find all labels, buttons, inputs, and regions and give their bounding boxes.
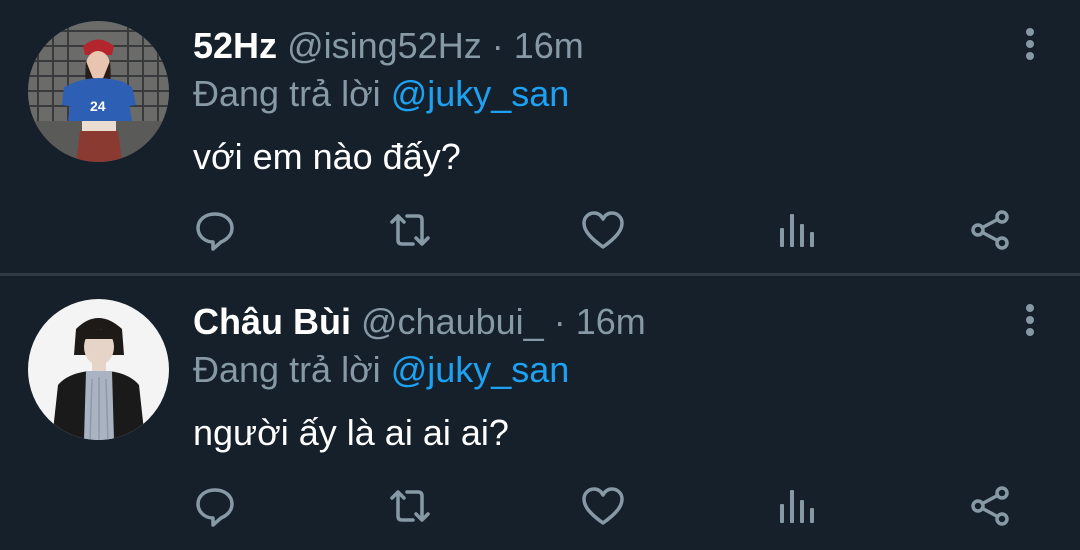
tweet-header: 52Hz @ising52Hz · 16m bbox=[193, 24, 584, 68]
avatar[interactable] bbox=[28, 299, 169, 440]
reply-context: Đang trả lời @juky_san bbox=[193, 348, 569, 392]
svg-text:24: 24 bbox=[90, 98, 106, 114]
retweet-button[interactable] bbox=[386, 482, 434, 530]
avatar-photo: 24 bbox=[28, 21, 169, 162]
user-handle[interactable]: @chaubui_ bbox=[361, 301, 544, 342]
more-options-icon[interactable] bbox=[1024, 304, 1036, 340]
reply-icon bbox=[196, 488, 234, 527]
reply-prefix: Đang trả lời bbox=[193, 349, 381, 390]
display-name[interactable]: 52Hz bbox=[193, 25, 277, 66]
tweet-text: với em nào đấy? bbox=[193, 136, 461, 177]
display-name[interactable]: Châu Bùi bbox=[193, 301, 351, 342]
analytics-button[interactable] bbox=[773, 482, 821, 530]
tweet-text: người ấy là ai ai ai? bbox=[193, 412, 509, 453]
retweet-icon bbox=[390, 214, 430, 246]
separator-dot: · bbox=[491, 25, 504, 66]
reply-icon bbox=[196, 212, 234, 251]
reply-context: Đang trả lời @juky_san bbox=[193, 72, 569, 116]
more-options-icon[interactable] bbox=[1024, 28, 1036, 64]
share-icon bbox=[971, 486, 1009, 526]
like-button[interactable] bbox=[579, 482, 627, 530]
avatar[interactable]: 24 bbox=[28, 21, 169, 162]
reply-mention-link[interactable]: @juky_san bbox=[391, 349, 570, 390]
like-button[interactable] bbox=[579, 206, 627, 254]
separator-dot: · bbox=[553, 301, 566, 342]
like-icon bbox=[582, 487, 624, 525]
retweet-button[interactable] bbox=[386, 206, 434, 254]
user-handle[interactable]: @ising52Hz bbox=[287, 25, 482, 66]
analytics-button[interactable] bbox=[773, 206, 821, 254]
share-button[interactable] bbox=[966, 206, 1014, 254]
avatar-photo bbox=[28, 299, 169, 440]
reply-prefix: Đang trả lời bbox=[193, 73, 381, 114]
tweet[interactable]: 24 52Hz @ising52Hz · 16m Đang trả lời @j… bbox=[0, 0, 1080, 274]
tweet[interactable]: Châu Bùi @chaubui_ · 16m Đang trả lời @j… bbox=[0, 276, 1080, 550]
reply-button[interactable] bbox=[191, 482, 239, 530]
analytics-icon bbox=[780, 214, 814, 247]
analytics-icon bbox=[780, 490, 814, 523]
like-icon bbox=[582, 211, 624, 249]
share-button[interactable] bbox=[966, 482, 1014, 530]
timestamp[interactable]: 16m bbox=[514, 25, 584, 66]
reply-button[interactable] bbox=[191, 206, 239, 254]
reply-mention-link[interactable]: @juky_san bbox=[391, 73, 570, 114]
tweet-header: Châu Bùi @chaubui_ · 16m bbox=[193, 300, 646, 344]
timestamp[interactable]: 16m bbox=[576, 301, 646, 342]
retweet-icon bbox=[390, 490, 430, 522]
share-icon bbox=[971, 210, 1009, 250]
tweet-feed: 24 52Hz @ising52Hz · 16m Đang trả lời @j… bbox=[0, 0, 1080, 550]
